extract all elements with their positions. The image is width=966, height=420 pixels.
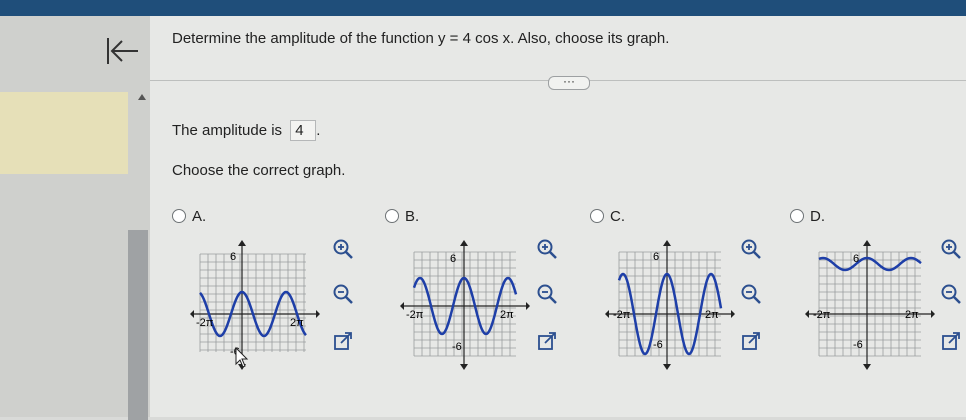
option-d-label: D. — [810, 208, 825, 225]
external-link-icon[interactable] — [536, 330, 558, 352]
x-tick-right: 2π — [290, 317, 304, 329]
zoom-in-icon[interactable] — [536, 238, 558, 260]
graph-d[interactable]: 6 -6 -2π 2π — [805, 240, 935, 370]
x-axis-arrow — [731, 310, 735, 318]
external-link-icon[interactable] — [332, 330, 354, 352]
amplitude-period: . — [316, 122, 321, 139]
y-tick-top: 6 — [653, 251, 659, 263]
zoom-out-icon[interactable] — [332, 283, 354, 305]
y-axis-arrow — [238, 240, 246, 246]
function-expression: y = 4 cos x — [438, 30, 511, 47]
option-b[interactable]: B. — [385, 208, 419, 225]
option-a-label: A. — [192, 208, 207, 225]
grid — [618, 251, 721, 357]
amplitude-label: The amplitude is — [172, 122, 283, 139]
left-panel — [0, 16, 150, 420]
x-tick-right: 2π — [500, 309, 514, 321]
x-tick-left: -2π — [196, 317, 214, 329]
question-suffix: . Also, choose its graph. — [510, 30, 670, 47]
y-axis-arrow — [663, 240, 671, 246]
y-tick-bottom: -6 — [452, 341, 462, 353]
top-bar — [0, 0, 966, 16]
question-text: Determine the amplitude of the function … — [172, 30, 669, 47]
x-axis-arrow-left — [605, 310, 609, 318]
grid — [199, 253, 306, 352]
x-tick-right: 2π — [905, 309, 919, 321]
option-a[interactable]: A. — [172, 208, 206, 225]
x-axis-arrow — [931, 310, 935, 318]
y-axis-arrow — [863, 240, 871, 246]
amplitude-answer-box[interactable]: 4 — [290, 120, 317, 141]
y-tick-top: 6 — [230, 251, 236, 263]
x-axis-arrow — [316, 310, 320, 318]
graph-b[interactable]: 6 -6 -2π 2π — [400, 240, 530, 370]
scroll-up-arrow-icon[interactable] — [138, 94, 146, 100]
x-axis-arrow-left — [805, 310, 809, 318]
expand-button[interactable]: ··· — [548, 75, 590, 90]
zoom-in-icon[interactable] — [740, 238, 762, 260]
amplitude-statement: The amplitude is 4. — [172, 120, 320, 141]
radio-a[interactable] — [172, 209, 186, 223]
y-axis-arrow-down — [863, 364, 871, 370]
x-axis-arrow — [526, 302, 530, 310]
zoom-out-icon[interactable] — [940, 283, 962, 305]
x-tick-left: -2π — [813, 309, 831, 321]
y-tick-bottom: -6 — [653, 339, 663, 351]
x-axis-arrow-left — [400, 302, 404, 310]
option-d[interactable]: D. — [790, 208, 825, 225]
radio-b[interactable] — [385, 209, 399, 223]
y-axis-arrow — [460, 240, 468, 246]
option-c[interactable]: C. — [590, 208, 625, 225]
x-tick-left: -2π — [613, 309, 631, 321]
y-axis-arrow-down — [663, 364, 671, 370]
question-prefix: Determine the amplitude of the function — [172, 30, 438, 47]
zoom-out-icon[interactable] — [740, 283, 762, 305]
y-tick-top: 6 — [853, 253, 859, 265]
active-question-highlight — [0, 92, 128, 174]
grid — [818, 251, 921, 357]
radio-d[interactable] — [790, 209, 804, 223]
external-link-icon[interactable] — [740, 330, 762, 352]
x-tick-left: -2π — [406, 309, 424, 321]
x-tick-right: 2π — [705, 309, 719, 321]
choose-graph-label: Choose the correct graph. — [172, 162, 346, 179]
option-c-label: C. — [610, 208, 625, 225]
external-link-icon[interactable] — [940, 330, 962, 352]
y-tick-top: 6 — [450, 253, 456, 265]
radio-c[interactable] — [590, 209, 604, 223]
y-tick-bottom: -6 — [853, 339, 863, 351]
graph-c[interactable]: 6 -6 -2π 2π — [605, 240, 735, 370]
y-axis-arrow-down — [460, 364, 468, 370]
option-b-label: B. — [405, 208, 420, 225]
scrollbar[interactable] — [128, 230, 148, 420]
graph-a[interactable]: 6 -6 -2π 2π — [190, 240, 320, 370]
zoom-in-icon[interactable] — [332, 238, 354, 260]
x-axis-arrow-left — [190, 310, 194, 318]
zoom-out-icon[interactable] — [536, 283, 558, 305]
zoom-in-icon[interactable] — [940, 238, 962, 260]
back-arrow-icon[interactable] — [104, 34, 144, 68]
